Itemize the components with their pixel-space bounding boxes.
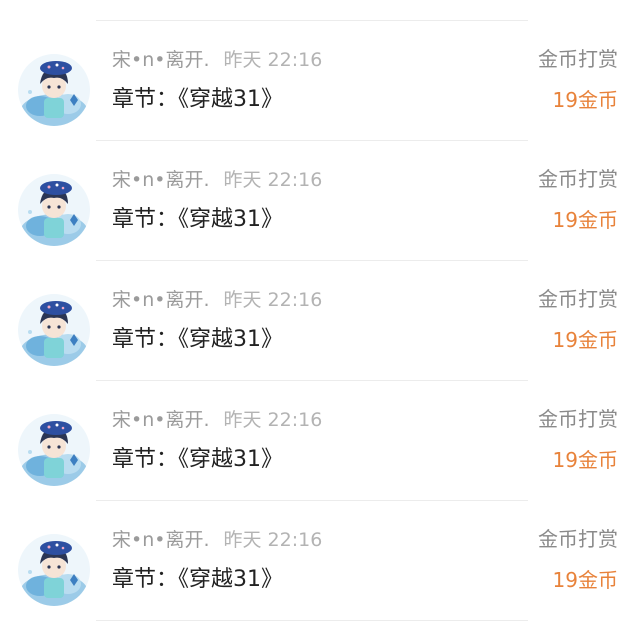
chapter-title: 章节：《穿越31》 <box>112 327 283 352</box>
user-name[interactable]: 宋•n•离开. <box>112 529 210 551</box>
chapter-title: 章节：《穿越31》 <box>112 207 283 232</box>
user-line: 宋•n•离开. 昨天 22:16 <box>112 288 322 312</box>
chapter-title: 章节：《穿越31》 <box>112 447 283 472</box>
user-line: 宋•n•离开. 昨天 22:16 <box>112 528 322 552</box>
reward-list-item[interactable]: 宋•n•离开. 昨天 22:16 章节：《穿越31》 金币打赏 19金币 <box>0 20 640 140</box>
reward-amount: 19金币 <box>552 328 618 352</box>
reward-amount: 19金币 <box>552 448 618 472</box>
timestamp: 昨天 22:16 <box>223 529 323 551</box>
user-name[interactable]: 宋•n•离开. <box>112 49 210 71</box>
user-name[interactable]: 宋•n•离开. <box>112 289 210 311</box>
avatar-icon[interactable] <box>18 294 90 366</box>
reward-list-item[interactable]: 宋•n•离开. 昨天 22:16 章节：《穿越31》 金币打赏 19金币 <box>0 140 640 260</box>
avatar-icon[interactable] <box>18 174 90 246</box>
reward-list-item[interactable]: 宋•n•离开. 昨天 22:16 章节：《穿越31》 金币打赏 19金币 <box>0 500 640 620</box>
reward-list-item[interactable]: 宋•n•离开. 昨天 22:16 章节：《穿越31》 金币打赏 19金币 <box>0 260 640 380</box>
timestamp: 昨天 22:16 <box>223 169 323 191</box>
reward-list-item[interactable]: 宋•n•离开. 昨天 22:16 章节：《穿越31》 金币打赏 19金币 <box>0 380 640 500</box>
user-name[interactable]: 宋•n•离开. <box>112 169 210 191</box>
avatar-icon[interactable] <box>18 54 90 126</box>
chapter-title: 章节：《穿越31》 <box>112 87 283 112</box>
reward-type: 金币打赏 <box>538 47 618 71</box>
avatar-icon[interactable] <box>18 414 90 486</box>
chapter-title: 章节：《穿越31》 <box>112 567 283 592</box>
reward-type: 金币打赏 <box>538 167 618 191</box>
reward-amount: 19金币 <box>552 208 618 232</box>
user-line: 宋•n•离开. 昨天 22:16 <box>112 168 322 192</box>
timestamp: 昨天 22:16 <box>223 49 323 71</box>
reward-amount: 19金币 <box>552 568 618 592</box>
reward-type: 金币打赏 <box>538 407 618 431</box>
reward-type: 金币打赏 <box>538 287 618 311</box>
user-line: 宋•n•离开. 昨天 22:16 <box>112 48 322 72</box>
reward-type: 金币打赏 <box>538 527 618 551</box>
user-line: 宋•n•离开. 昨天 22:16 <box>112 408 322 432</box>
reward-amount: 19金币 <box>552 88 618 112</box>
divider <box>96 620 528 621</box>
timestamp: 昨天 22:16 <box>223 409 323 431</box>
avatar-icon[interactable] <box>18 534 90 606</box>
timestamp: 昨天 22:16 <box>223 289 323 311</box>
user-name[interactable]: 宋•n•离开. <box>112 409 210 431</box>
